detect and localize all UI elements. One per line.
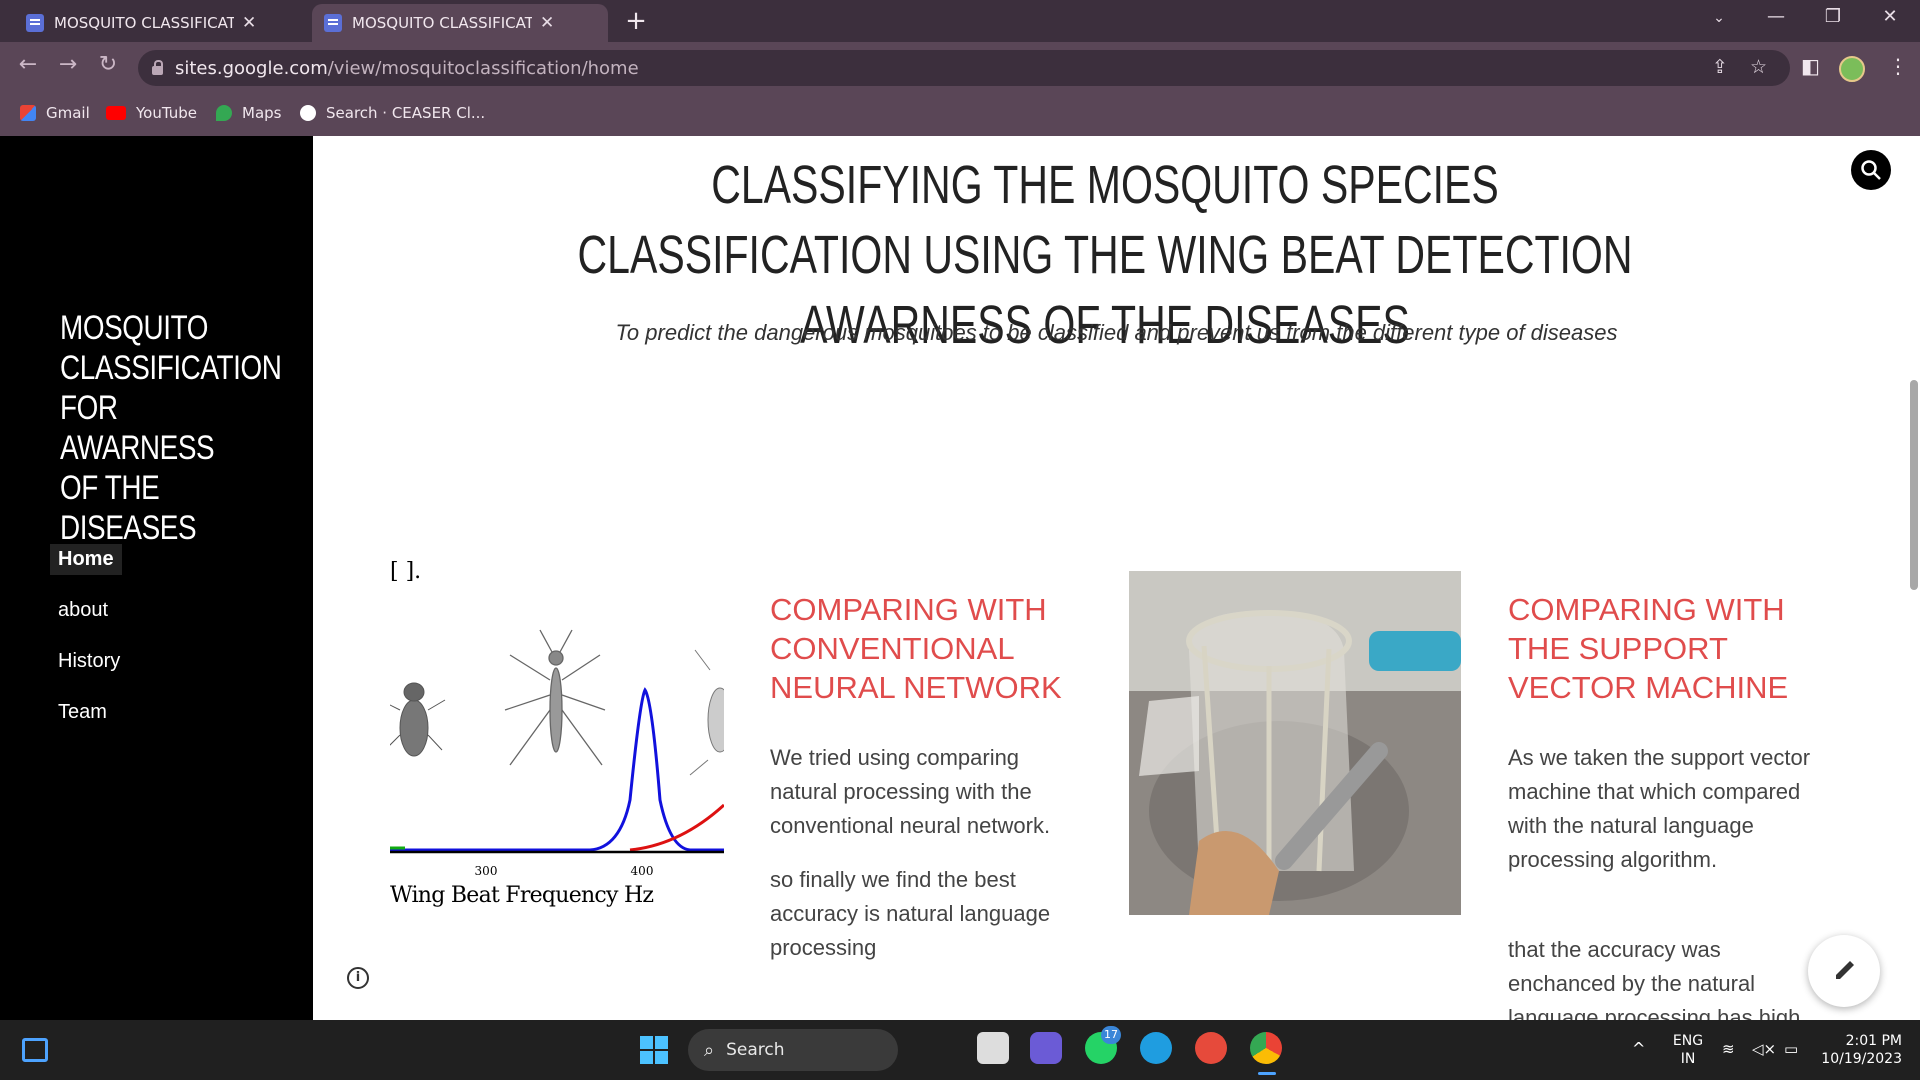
wing-beat-figure: [ ]. 300 400 Wing Beat Frequency Hz bbox=[390, 560, 724, 920]
site-title[interactable]: MOSQUITO CLASSIFICATION FOR AWARNESS OF … bbox=[60, 308, 282, 548]
language-indicator[interactable]: ENG IN bbox=[1668, 1032, 1708, 1068]
close-icon[interactable]: ✕ bbox=[540, 13, 554, 33]
bookmark-youtube[interactable]: YouTube bbox=[106, 104, 197, 122]
section-paragraph: so finally we find the best accuracy is … bbox=[770, 867, 1051, 960]
site-nav: Home about History Team bbox=[50, 544, 128, 748]
nav-about[interactable]: about bbox=[50, 595, 116, 626]
browser-tab[interactable]: MOSQUITO CLASSIFICATION FO ✕ bbox=[14, 4, 306, 42]
chrome-icon[interactable] bbox=[1250, 1032, 1282, 1064]
wifi-icon[interactable]: ≋ bbox=[1722, 1040, 1735, 1058]
maps-icon bbox=[216, 105, 232, 121]
pencil-icon bbox=[1836, 961, 1854, 979]
section-paragraph: that the accuracy was enchanced by the n… bbox=[1508, 937, 1801, 1020]
section-heading: COMPARING WITH CONVENTIONAL NEURAL NETWO… bbox=[770, 592, 1062, 705]
volume-muted-icon[interactable]: ◁× bbox=[1752, 1040, 1776, 1058]
reload-icon[interactable]: ↻ bbox=[92, 52, 124, 77]
edge-icon[interactable] bbox=[1140, 1032, 1172, 1064]
clock[interactable]: 2:01 PM 10/19/2023 bbox=[1818, 1032, 1902, 1068]
tick-label: 400 bbox=[631, 864, 654, 878]
browser-tab-strip: MOSQUITO CLASSIFICATION FO ✕ MOSQUITO CL… bbox=[0, 0, 1920, 42]
back-icon[interactable]: ← bbox=[12, 52, 44, 77]
youtube-icon bbox=[106, 106, 126, 120]
github-icon bbox=[300, 105, 316, 121]
google-sites-icon bbox=[324, 14, 342, 32]
nav-home[interactable]: Home bbox=[50, 544, 122, 575]
bookmark-github[interactable]: Search · CEASER Cl... bbox=[300, 104, 485, 122]
nav-history[interactable]: History bbox=[50, 646, 128, 677]
minimize-button[interactable]: — bbox=[1756, 6, 1796, 27]
browser-toolbar: ← → ↻ sites.google.com/view/mosquitoclas… bbox=[0, 42, 1920, 94]
figure-caption: Wing Beat Frequency Hz bbox=[390, 883, 654, 908]
bookmark-maps[interactable]: Maps bbox=[216, 104, 281, 122]
section-heading: COMPARING WITH THE SUPPORT VECTOR MACHIN… bbox=[1508, 592, 1789, 705]
time-label: 2:01 PM bbox=[1845, 1033, 1902, 1049]
tab-title: MOSQUITO CLASSIFICATION FO bbox=[352, 14, 532, 32]
notification-badge: 17 bbox=[1101, 1026, 1121, 1044]
active-indicator bbox=[1258, 1072, 1276, 1075]
forward-icon[interactable]: → bbox=[52, 52, 84, 77]
search-icon bbox=[1861, 160, 1881, 180]
tab-search-icon[interactable]: ⌄ bbox=[1699, 10, 1739, 26]
windows-taskbar: ⌕ Search 17 ^ ENG IN ≋ ◁× ▭ 2:01 PM 10/19/… bbox=[0, 1020, 1920, 1080]
url-path: /view/mosquitoclassification/home bbox=[327, 57, 639, 79]
app-icon[interactable] bbox=[1195, 1032, 1227, 1064]
figure-top-fragment: [ ]. bbox=[390, 560, 421, 584]
bookmark-gmail[interactable]: Gmail bbox=[20, 104, 90, 122]
bookmarks-bar: Gmail YouTube Maps Search · CEASER Cl... bbox=[0, 94, 1920, 136]
teams-icon[interactable] bbox=[1030, 1032, 1062, 1064]
gmail-icon bbox=[20, 105, 36, 121]
search-icon: ⌕ bbox=[704, 1039, 715, 1061]
url-host: sites.google.com bbox=[175, 57, 328, 79]
share-icon[interactable]: ⇪ bbox=[1712, 56, 1728, 78]
menu-icon[interactable]: ⋮ bbox=[1888, 54, 1908, 78]
edit-button[interactable] bbox=[1808, 935, 1880, 1007]
start-button[interactable] bbox=[640, 1036, 668, 1064]
page-scrollbar[interactable] bbox=[1910, 380, 1918, 590]
profile-avatar[interactable] bbox=[1839, 56, 1865, 82]
tick-label: 300 bbox=[475, 864, 498, 878]
battery-icon[interactable]: ▭ bbox=[1784, 1040, 1798, 1058]
section-paragraph: As we taken the support vector machine t… bbox=[1508, 745, 1811, 872]
lang-label: ENG bbox=[1672, 1033, 1704, 1049]
widgets-icon[interactable] bbox=[22, 1038, 48, 1062]
google-sites-icon bbox=[26, 14, 44, 32]
restore-button[interactable]: ❐ bbox=[1813, 6, 1853, 27]
region-label: IN bbox=[1680, 1051, 1696, 1067]
info-icon[interactable]: i bbox=[347, 967, 369, 989]
address-bar[interactable]: sites.google.com/view/mosquitoclassifica… bbox=[138, 50, 1790, 86]
nav-team[interactable]: Team bbox=[50, 697, 115, 728]
lock-icon bbox=[152, 60, 163, 75]
site-sidebar: MOSQUITO CLASSIFICATION FOR AWARNESS OF … bbox=[0, 136, 313, 1020]
task-view-icon[interactable] bbox=[977, 1032, 1009, 1064]
taskbar-search[interactable]: ⌕ Search bbox=[688, 1029, 898, 1071]
close-window-button[interactable]: ✕ bbox=[1870, 6, 1910, 27]
tab-title: MOSQUITO CLASSIFICATION FO bbox=[54, 14, 234, 32]
mosquito-trap-photo bbox=[1129, 571, 1461, 915]
new-tab-button[interactable]: + bbox=[622, 6, 650, 36]
browser-tab-active[interactable]: MOSQUITO CLASSIFICATION FO ✕ bbox=[312, 4, 608, 42]
side-panel-icon[interactable]: ◧ bbox=[1801, 54, 1820, 78]
close-icon[interactable]: ✕ bbox=[242, 13, 256, 33]
taskbar-search-label: Search bbox=[726, 1040, 785, 1060]
bookmark-star-icon[interactable]: ☆ bbox=[1750, 56, 1767, 78]
date-label: 10/19/2023 bbox=[1821, 1051, 1902, 1067]
page-subtitle: To predict the dangerous mosquitoes to b… bbox=[615, 320, 1618, 345]
site-search-button[interactable] bbox=[1851, 150, 1891, 190]
chevron-up-icon[interactable]: ^ bbox=[1632, 1040, 1645, 1058]
section-paragraph: We tried using comparing natural process… bbox=[770, 745, 1051, 838]
